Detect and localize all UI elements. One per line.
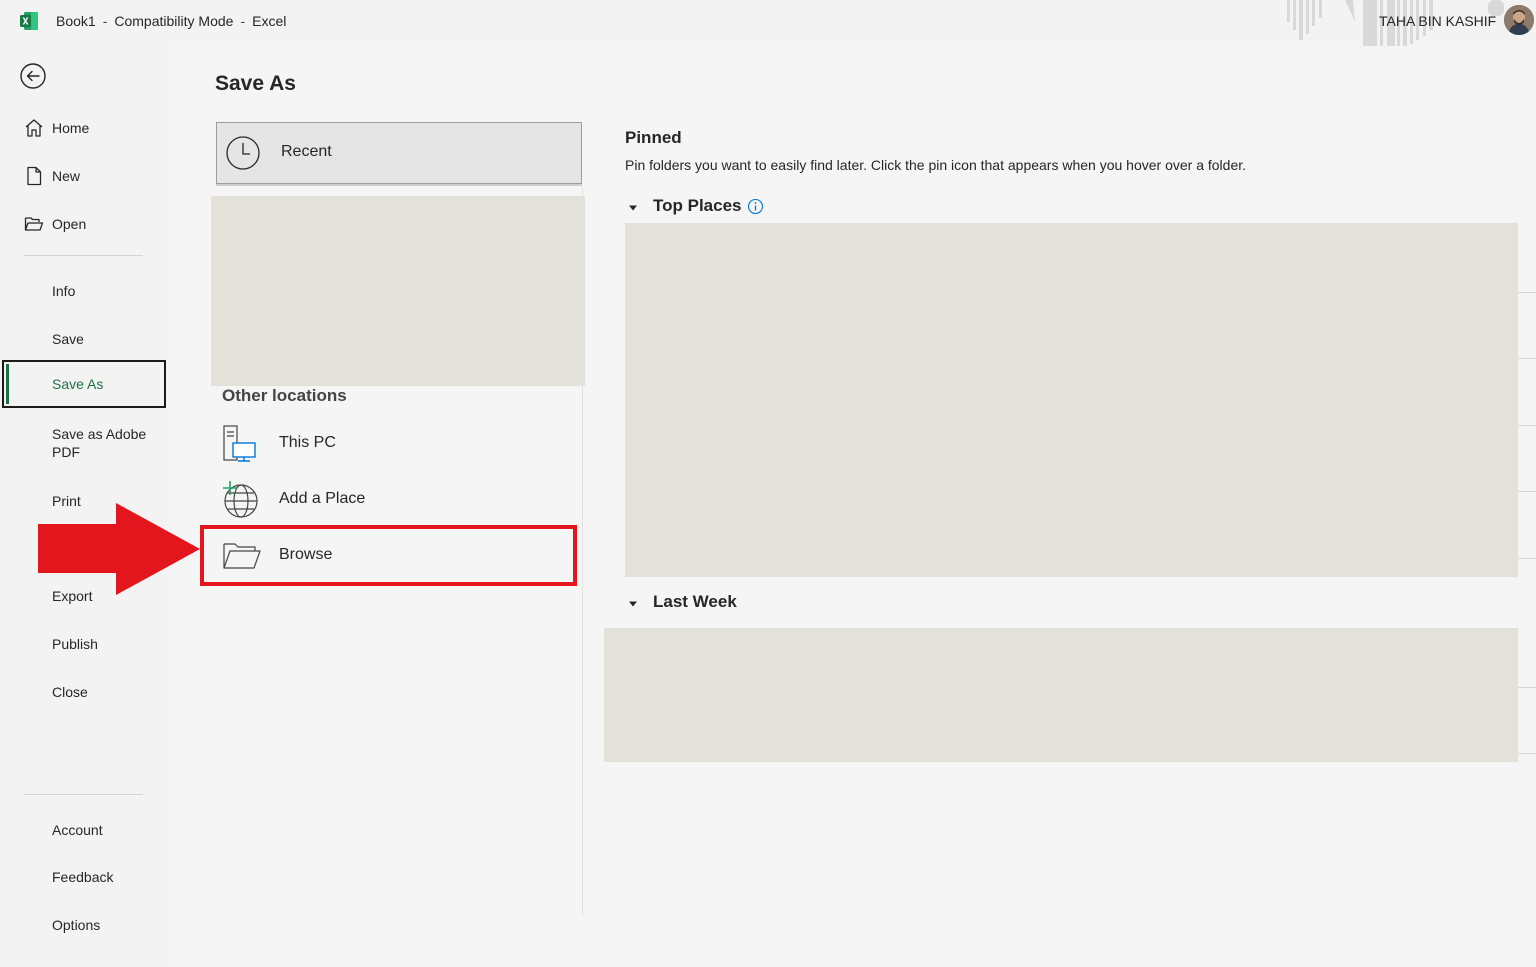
nav-close-label: Close (52, 684, 88, 700)
document-name: Book1 (56, 13, 96, 29)
red-arrow-icon (38, 503, 200, 595)
title-separator: - (102, 13, 108, 29)
top-places-group[interactable]: Top Places (627, 196, 777, 220)
document-icon (27, 166, 42, 186)
nav-save-as[interactable]: Save As (2, 360, 166, 408)
clock-icon (226, 136, 260, 170)
page-title: Save As (215, 72, 296, 95)
nav-home-label: Home (52, 120, 90, 136)
selection-indicator (6, 364, 9, 404)
row-tick (1518, 753, 1536, 754)
excel-logo-icon (20, 12, 38, 30)
row-tick (1518, 558, 1536, 559)
avatar-image-icon (1504, 5, 1534, 35)
window-title: Book1- Compatibility Mode - Excel (56, 13, 286, 29)
pinned-description: Pin folders you want to easily find late… (625, 157, 1247, 173)
user-name[interactable]: TAHA BIN KASHIF (1379, 13, 1496, 29)
add-a-place-label: Add a Place (279, 490, 366, 507)
nav-save-label: Save (52, 331, 84, 347)
home-icon (25, 119, 43, 137)
app-name: Excel (252, 13, 287, 29)
top-places-placeholder (625, 223, 1518, 577)
recent-location-button[interactable]: Recent (216, 122, 582, 184)
info-circle-icon[interactable] (747, 198, 764, 215)
nav-save-as-pdf-label: Save as Adobe PDF (52, 426, 147, 460)
browse-highlight-box (200, 525, 577, 586)
user-avatar[interactable] (1504, 5, 1534, 35)
nav-publish-label: Publish (52, 636, 98, 652)
recent-label: Recent (281, 143, 332, 160)
row-tick (1518, 491, 1536, 492)
title-bar: Book1- Compatibility Mode - Excel TAHA B… (0, 0, 1536, 46)
this-pc-location[interactable]: This PC (221, 424, 551, 464)
caret-down-icon (629, 205, 637, 211)
add-a-place-location[interactable]: Add a Place (221, 480, 551, 520)
nav-divider (24, 794, 143, 795)
back-arrow-icon[interactable] (19, 62, 47, 90)
computer-icon (223, 425, 256, 462)
globe-plus-icon (223, 481, 258, 518)
excel-backstage: Book1- Compatibility Mode - Excel TAHA B… (0, 0, 1536, 967)
row-tick (1518, 358, 1536, 359)
last-week-label: Last Week (653, 592, 737, 611)
other-locations-heading: Other locations (222, 386, 347, 405)
this-pc-label: This PC (279, 434, 336, 451)
top-places-label: Top Places (653, 196, 742, 215)
row-tick (1518, 292, 1536, 293)
title-separator: - (240, 13, 246, 29)
nav-info-label: Info (52, 283, 76, 299)
save-as-pane: Save As Recent Other locations This PC A… (167, 46, 1536, 967)
last-week-placeholder (604, 628, 1518, 762)
nav-account-label: Account (52, 822, 103, 838)
nav-open-label: Open (52, 216, 87, 232)
column-divider (582, 186, 583, 916)
row-tick (1518, 687, 1536, 688)
compatibility-mode: Compatibility Mode (114, 13, 234, 29)
caret-down-icon (629, 601, 637, 607)
nav-feedback-label: Feedback (52, 869, 114, 885)
folder-open-icon (24, 217, 44, 231)
last-week-group[interactable]: Last Week (627, 592, 757, 616)
locations-placeholder (211, 196, 585, 386)
nav-save-as-label: Save As (52, 376, 104, 392)
nav-new-label: New (52, 168, 81, 184)
nav-divider (24, 255, 143, 256)
pinned-heading: Pinned (625, 128, 682, 147)
nav-options-label: Options (52, 917, 101, 933)
row-tick (1518, 425, 1536, 426)
